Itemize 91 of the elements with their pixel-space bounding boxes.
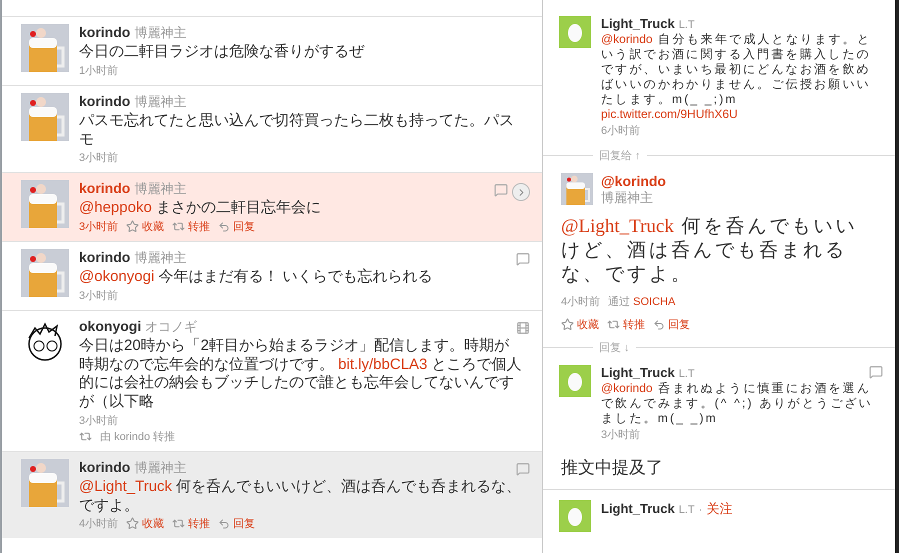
beer-mug-avatar — [21, 92, 69, 141]
reply-link[interactable]: 回复 — [653, 317, 690, 332]
reply-icon — [218, 518, 230, 530]
user-full-name: 博麗神主 — [134, 458, 186, 477]
beer-mug-avatar — [21, 180, 69, 228]
user-screen-name[interactable]: okonyogi — [79, 318, 142, 334]
star-icon — [126, 220, 140, 233]
user-full-name: 博麗神主 — [134, 24, 186, 42]
user-screen-name[interactable]: Light_Truck — [601, 365, 675, 380]
star-icon — [561, 318, 574, 332]
tweet-row[interactable]: korindo 博麗神主 パスモ忘れてたと思い込んで切符買ったら二枚も持ってた。パスモ 3小时前 — [2, 84, 542, 172]
tweet-time[interactable]: 1小时前 — [79, 62, 118, 78]
user-screen-name[interactable]: Light_Truck — [601, 16, 675, 31]
tweet-time[interactable]: 3小时前 — [79, 219, 118, 234]
user-screen-name[interactable]: korindo — [79, 458, 130, 475]
tweet-time[interactable]: 3小时前 — [79, 150, 118, 166]
favorite-link[interactable]: 收藏 — [126, 219, 164, 234]
mention-link[interactable]: @korindo — [601, 381, 653, 396]
favorite-link[interactable]: 收藏 — [126, 516, 164, 532]
favorite-link[interactable]: 收藏 — [561, 317, 599, 332]
tweet-time[interactable]: 3小时前 — [601, 427, 640, 442]
retweet-link[interactable]: 转推 — [607, 317, 645, 332]
user-screen-name[interactable]: Light_Truck — [601, 501, 675, 516]
tweet-text: 今日は20時から「2軒目から始まるラジオ」配信します。時期が時期なので忘年会的な位置づけです。 bit.ly/bbCLA3 ところで個人的には会社の納会もブッチしたので誰とも忘年会してないんですが（以下略 — [79, 336, 523, 412]
egg-avatar — [559, 365, 591, 398]
retweet-icon — [607, 318, 620, 332]
user-full-name: 博麗神主 — [601, 189, 654, 207]
user-screen-name[interactable]: korindo — [79, 180, 130, 196]
user-full-name: L.T — [678, 368, 695, 380]
retweeted-by-text: 由 korindo 转推 — [100, 430, 176, 444]
egg-avatar — [559, 16, 591, 48]
retweet-icon — [172, 517, 186, 530]
tweet-time[interactable]: 3小时前 — [79, 288, 118, 303]
reply-icon — [653, 318, 665, 331]
url-link[interactable]: bit.ly/bbCLA3 — [338, 356, 428, 372]
tweet-text: @Light_Truck 何を呑んでもいいけど、酒は呑んでも呑まれるな、ですよ。 — [79, 478, 522, 516]
tweet-time[interactable]: 6小时前 — [601, 123, 640, 138]
speech-bubble-icon[interactable] — [494, 183, 508, 198]
beer-mug-avatar — [21, 249, 69, 297]
user-screen-name[interactable]: @korindo — [601, 173, 666, 189]
user-full-name: オコノギ — [145, 318, 198, 336]
tweet-row[interactable]: korindo 博麗神主 @heppoko まさかの二軒目忘年会に 3小时前 收藏 转推 回复 — [2, 172, 542, 241]
tweet-time[interactable]: 3小时前 — [79, 412, 118, 428]
user-screen-name[interactable]: korindo — [79, 24, 130, 40]
tweet-time[interactable]: 4小时前 — [561, 294, 600, 310]
user-screen-name[interactable]: korindo — [79, 249, 130, 265]
retweet-icon — [172, 220, 186, 233]
in-reply-to-label[interactable]: 回复给 ↑ — [599, 148, 641, 163]
retweet-link[interactable]: 转推 — [172, 516, 210, 532]
mention-link[interactable]: @Light_Truck — [561, 216, 674, 237]
replies-label[interactable]: 回复 ↓ — [599, 340, 630, 356]
reply-icon — [218, 220, 230, 232]
speech-bubble-icon[interactable] — [869, 365, 883, 380]
speech-bubble-icon[interactable] — [516, 252, 530, 266]
beer-mug-avatar — [21, 458, 69, 507]
beer-mug-avatar — [21, 24, 69, 72]
url-link[interactable]: pic.twitter.com/9HUfhX6U — [601, 107, 738, 121]
tweet-text: @korindo 自分も来年で成人となります。という訳でお酒に関する入門書を購入したのですが、いまいち最初にどんなお酒を飲めばいいのかわかりません。ご伝授お願いいたします。m(_ _;)m pic.twitter.com/9HUfhX6U — [601, 32, 872, 122]
beer-mug-avatar — [561, 173, 593, 205]
user-full-name: 博麗神主 — [134, 249, 186, 267]
tweet-text: @korindo 呑まれぬように慎重にお酒を選んで飲んでみます。(^ ^;) ありがとうございました。m(_ _)m — [601, 381, 874, 426]
egg-avatar — [559, 500, 591, 532]
follow-link[interactable]: 关注 — [706, 500, 732, 518]
retweet-icon — [79, 430, 92, 443]
speech-bubble-icon[interactable] — [516, 462, 530, 476]
tweet-text: パスモ忘れてたと思い込んで切符買ったら二枚も持ってた。パスモ — [79, 112, 515, 150]
mention-link[interactable]: @Light_Truck — [79, 478, 172, 495]
film-icon[interactable] — [516, 320, 530, 335]
source-link[interactable]: SOICHA — [633, 296, 676, 308]
section-heading: 推文中提及了 — [561, 457, 664, 480]
retweet-link[interactable]: 转推 — [172, 219, 210, 234]
star-icon — [126, 517, 140, 530]
user-full-name: 博麗神主 — [134, 180, 186, 198]
reply-link[interactable]: 回复 — [218, 219, 256, 234]
tweet-text: @okonyogi 今年はまだ有る！ いくらでも忘れられる — [79, 268, 434, 287]
user-full-name: L.T — [678, 504, 695, 516]
tweet-text: 今日の二軒目ラジオは危険な香りがするぜ — [79, 43, 366, 62]
reply-link[interactable]: 回复 — [218, 516, 256, 532]
user-screen-name[interactable]: korindo — [79, 92, 130, 109]
user-full-name: L.T — [678, 19, 695, 31]
via-label: 通过 — [608, 294, 630, 310]
tweet-row[interactable]: korindo 博麗神主 @Light_Truck 何を呑んでもいいけど、酒は呑んでも呑まれるな、ですよ。 4小时前 收藏 转推 回复 — [2, 450, 542, 538]
user-full-name: 博麗神主 — [134, 92, 186, 111]
mention-link[interactable]: @heppoko — [79, 199, 152, 216]
open-details-button[interactable] — [512, 183, 530, 202]
tweet-text: @heppoko まさかの二軒目忘年会に — [79, 199, 322, 218]
tweet-time[interactable]: 4小时前 — [79, 516, 118, 532]
separator-dot: · — [698, 504, 702, 516]
tweet-text: @Light_Truck 何を呑んでもいいけど、酒は呑んでも呑まれるな、ですよ。 — [561, 215, 859, 286]
mention-link[interactable]: @okonyogi — [79, 268, 154, 285]
mention-link[interactable]: @korindo — [601, 32, 653, 46]
